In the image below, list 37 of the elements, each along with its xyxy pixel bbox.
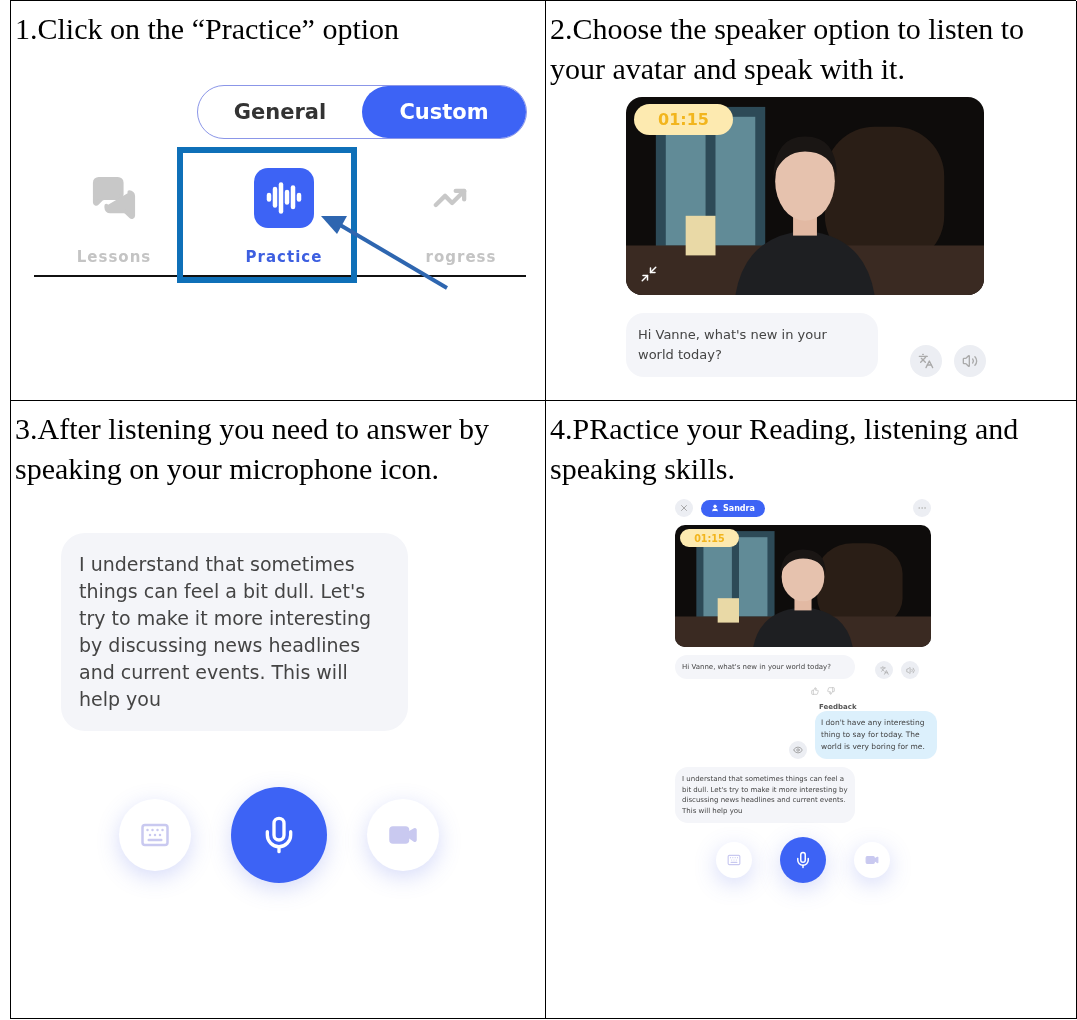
user-name: Sandra (723, 503, 755, 513)
speaker-icon (962, 353, 978, 369)
microphone-button[interactable] (780, 837, 826, 883)
segment-tab[interactable]: General (198, 86, 362, 138)
speaker-button[interactable] (901, 661, 919, 679)
translate-button[interactable] (910, 345, 942, 377)
close-icon (679, 503, 689, 513)
timer-badge: 01:15 (679, 529, 740, 548)
step-caption: 3.After listening you need to answer by speaking on your microphone icon. (15, 411, 491, 487)
thumbs-down-icon[interactable] (827, 687, 835, 695)
chat-message: I understand that sometimes things can feel a bit dull. Let's try to make it more interesting by discussing news headlines and current events. This will help you (61, 533, 408, 731)
step-caption: 2.Choose the speaker option to listen to your avatar and speak with it. (550, 11, 1026, 87)
user-icon (711, 504, 719, 512)
eye-icon (793, 745, 803, 755)
close-button[interactable] (675, 499, 693, 517)
timer-badge: 01:15 (634, 104, 733, 135)
sound-wave-icon (266, 180, 302, 216)
step-caption: 4.PRactice your Reading, listening and speaking skills. (550, 411, 1020, 487)
step-caption: 1.Click on the “Practice” option (15, 11, 401, 47)
more-button[interactable] (913, 499, 931, 517)
microphone-icon (794, 851, 812, 869)
translate-button[interactable] (875, 661, 893, 679)
chat-bubbles-icon (91, 175, 137, 221)
translate-icon (918, 353, 934, 369)
video-button[interactable] (854, 842, 890, 878)
speaker-button[interactable] (954, 345, 986, 377)
nav-tab[interactable]: Practice (194, 167, 374, 267)
speaker-icon (905, 665, 915, 675)
keyboard-icon (727, 853, 741, 867)
thumbs-up-icon[interactable] (811, 687, 819, 695)
eye-button[interactable] (789, 741, 807, 759)
chat-message: Hi Vanne, what's new in your world today? (626, 313, 878, 377)
video-camera-icon (865, 853, 879, 867)
translate-icon (879, 665, 889, 675)
segment-tab[interactable]: Custom (362, 86, 526, 138)
minimize-icon[interactable] (640, 265, 658, 283)
keyboard-button[interactable] (716, 842, 752, 878)
